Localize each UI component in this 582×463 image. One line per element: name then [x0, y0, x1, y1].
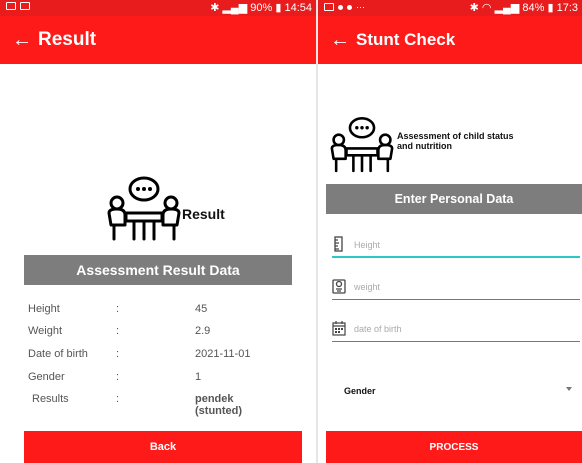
back-button[interactable]: Back: [24, 431, 302, 463]
row-colon: :: [116, 393, 120, 405]
row-colon: :: [116, 303, 120, 315]
logo-icon: [107, 176, 181, 241]
battery-icon: ▮: [547, 2, 554, 14]
status-icons-left: [6, 2, 30, 10]
result-screen: ✱ ▂▄▆ 90% ▮ 14:54 ← Result Result Assess…: [0, 0, 316, 463]
page-title: Stunt Check: [356, 30, 456, 49]
weight-field[interactable]: weight: [332, 278, 580, 300]
battery-level: 84%: [522, 2, 545, 14]
message-icon: [20, 2, 30, 10]
app-bar: ← Stunt Check: [318, 16, 582, 64]
dob-placeholder: date of birth: [354, 324, 402, 334]
ruler-icon: [334, 236, 343, 252]
notification-icon: [347, 4, 352, 10]
battery-icon: ▮: [275, 2, 282, 14]
input-underline: [332, 341, 580, 342]
weight-placeholder: weight: [354, 282, 381, 292]
row-label: Weight: [28, 325, 63, 337]
gender-select[interactable]: Gender: [344, 386, 376, 396]
page-title: Result: [38, 29, 97, 50]
row-value: pendek (stunted): [195, 393, 243, 417]
row-colon: :: [116, 325, 120, 337]
row-colon: :: [116, 348, 120, 360]
wifi-icon: ◠: [481, 2, 492, 14]
status-right: ✱ ◠ ▂▄▆ 84% ▮ 17:3: [470, 2, 578, 14]
screens-container: ✱ ▂▄▆ 90% ▮ 14:54 ← Result Result Assess…: [0, 0, 582, 463]
more-icon: ···: [356, 2, 365, 12]
weight-scale-icon: [332, 279, 346, 294]
signal-icon: ▂▄▆: [222, 2, 248, 14]
logo-label: Result: [182, 206, 225, 222]
bluetooth-icon: ✱: [210, 2, 220, 14]
row-label: Date of birth: [28, 348, 88, 360]
row-colon: :: [116, 371, 120, 383]
status-icons-left: ···: [324, 2, 365, 12]
description-line: and nutrition: [397, 141, 452, 151]
row-label: Gender: [28, 371, 65, 383]
logo-icon: [330, 117, 394, 173]
battery-level: 90%: [250, 2, 273, 14]
input-underline: [332, 256, 580, 258]
gallery-icon: [324, 3, 334, 11]
status-bar: ✱ ▂▄▆ 90% ▮ 14:54: [0, 0, 316, 16]
app-icon: [338, 4, 343, 10]
input-underline: [332, 299, 580, 300]
signal-icon: ▂▄▆: [494, 2, 520, 14]
dropdown-arrow-icon[interactable]: [566, 387, 572, 391]
stunt-check-screen: ··· ✱ ◠ ▂▄▆ 84% ▮ 17:3 ← Stunt Check Ass…: [318, 0, 582, 463]
status-bar: ··· ✱ ◠ ▂▄▆ 84% ▮ 17:3: [318, 0, 582, 16]
bluetooth-icon: ✱: [469, 2, 479, 14]
row-label: Results: [32, 393, 69, 405]
status-time: 14:54: [284, 2, 312, 14]
calendar-icon: [332, 321, 346, 336]
gallery-icon: [6, 2, 16, 10]
back-arrow-icon[interactable]: ←: [12, 30, 32, 50]
back-arrow-icon[interactable]: ←: [330, 30, 350, 50]
section-header: Enter Personal Data: [326, 184, 582, 214]
row-label: Height: [28, 303, 60, 315]
status-time: 17:3: [556, 2, 578, 14]
app-description: Assessment of child status and nutrition: [397, 131, 567, 151]
app-bar: ← Result: [0, 16, 316, 64]
description-line: Assessment of child status: [397, 131, 514, 141]
height-placeholder: Height: [354, 240, 381, 250]
height-field[interactable]: Height: [332, 236, 580, 258]
row-value: 45: [195, 303, 208, 315]
dob-field[interactable]: date of birth: [332, 320, 580, 342]
row-value: 2.9: [195, 325, 211, 337]
row-value: 2021-11-01: [195, 348, 251, 360]
status-right: ✱ ▂▄▆ 90% ▮ 14:54: [210, 2, 312, 14]
row-value: 1: [195, 371, 202, 383]
section-header: Assessment Result Data: [24, 255, 292, 285]
process-button[interactable]: PROCESS: [326, 431, 582, 463]
